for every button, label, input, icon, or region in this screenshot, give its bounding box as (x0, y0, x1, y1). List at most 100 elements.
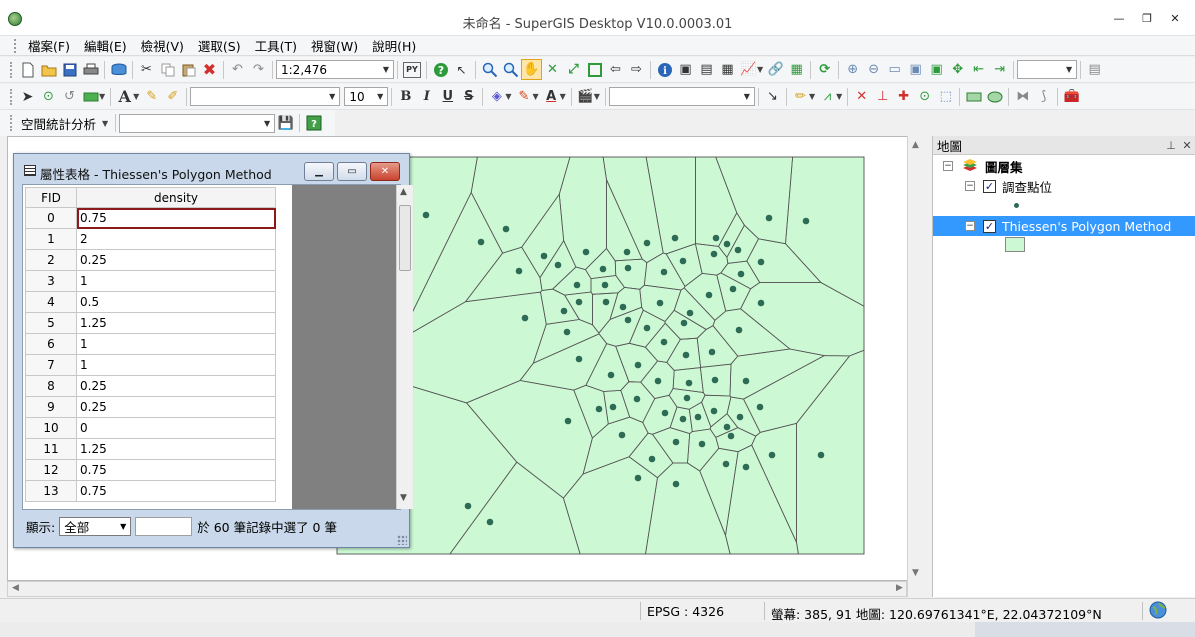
layout-pan-icon[interactable]: ✥ (947, 59, 968, 80)
map-horizontal-scrollbar[interactable]: ◀ ▶ (7, 581, 907, 597)
undo-icon[interactable]: ↶ (227, 59, 248, 80)
vertex-icon[interactable]: ⩘ (817, 86, 838, 107)
tree-layer-survey-points[interactable]: − ✓ 調查點位 (965, 176, 1193, 196)
density-cell[interactable]: 0.5 (76, 291, 276, 313)
layout-zoom-out-icon[interactable]: ⊖ (863, 59, 884, 80)
panel-close-icon[interactable]: ✕ (1179, 139, 1195, 152)
attr-close-button[interactable]: ✕ (370, 162, 400, 181)
toolbar-grip[interactable] (10, 61, 13, 78)
density-cell[interactable]: 0.25 (76, 396, 276, 418)
fid-cell[interactable]: 3 (25, 270, 77, 292)
table-row[interactable]: 12 (25, 228, 276, 250)
font-name-combo[interactable]: ▼ (190, 87, 341, 106)
layout-zoom-in-icon[interactable]: ⊕ (842, 59, 863, 80)
tree-layer-thiessen[interactable]: − ✓ Thiessen's Polygon Method (933, 216, 1195, 236)
zoom-in-icon[interactable] (479, 59, 500, 80)
attribute-table-window[interactable]: 屬性表格 - Thiessen's Polygon Method ▁ ▭ ✕ F… (13, 153, 413, 548)
column-header-density[interactable]: density (76, 187, 276, 208)
database-icon[interactable] (108, 59, 129, 80)
table-row[interactable]: 9 0.25 (25, 396, 276, 418)
text-icon[interactable]: A (114, 86, 135, 107)
line-color-icon[interactable]: ✎ (513, 86, 534, 107)
fid-cell[interactable]: 12 (25, 459, 77, 481)
delete-icon[interactable]: ✖ (199, 59, 220, 80)
forward-extent-icon[interactable]: ⇨ (626, 59, 647, 80)
density-cell[interactable]: 0.25 (76, 249, 276, 271)
density-cell[interactable]: 0.75 (76, 207, 276, 229)
fid-cell[interactable]: 4 (25, 291, 77, 313)
menu-grip[interactable] (14, 38, 17, 53)
table-row[interactable]: 31 (25, 270, 276, 292)
hyperlink-icon[interactable]: ▣ (675, 59, 696, 80)
italic-button[interactable]: I (416, 86, 437, 107)
back-extent-icon[interactable]: ⇦ (605, 59, 626, 80)
collapse-icon[interactable]: − (965, 181, 975, 191)
fid-cell[interactable]: 11 (25, 438, 77, 460)
paste-icon[interactable] (178, 59, 199, 80)
attr-minimize-button[interactable]: ▁ (304, 162, 334, 181)
fid-cell[interactable]: 6 (25, 333, 77, 355)
rotate-icon[interactable]: ↺ (59, 86, 80, 107)
grid-scroll-thumb[interactable] (399, 205, 411, 271)
toolbar-grip[interactable] (10, 115, 13, 131)
density-cell[interactable]: 0.25 (76, 375, 276, 397)
circle-tool-icon[interactable]: ⊙ (914, 86, 935, 107)
sketch-icon[interactable]: ✏ (790, 86, 811, 107)
copy-icon[interactable] (157, 59, 178, 80)
density-cell[interactable]: 2 (76, 228, 276, 250)
density-cell[interactable]: 0.75 (76, 480, 276, 502)
save-icon[interactable] (59, 59, 80, 80)
stats-save-icon[interactable]: 💾 (275, 113, 296, 134)
callout-icon[interactable]: ✐ (162, 86, 183, 107)
layout-page-icon[interactable]: ▭ (884, 59, 905, 80)
redo-icon[interactable]: ↷ (248, 59, 269, 80)
attr-maximize-button[interactable]: ▭ (337, 162, 367, 181)
refresh-icon[interactable]: ⟳ (814, 59, 835, 80)
spatial-stats-layer-combo[interactable]: ▼ (119, 113, 276, 133)
attribute-table-titlebar[interactable]: 屬性表格 - Thiessen's Polygon Method ▁ ▭ ✕ (14, 154, 409, 184)
map-tips-icon[interactable]: ▦ (717, 59, 738, 80)
rect-shape-icon[interactable] (963, 86, 984, 107)
fid-cell[interactable]: 7 (25, 354, 77, 376)
density-cell[interactable]: 1 (76, 270, 276, 292)
layout-extent-icon[interactable]: ▣ (926, 59, 947, 80)
restore-button[interactable]: ❐ (1139, 12, 1155, 26)
font-color-icon[interactable]: A (541, 86, 562, 107)
density-cell[interactable]: 1.25 (76, 312, 276, 334)
toolbox-icon[interactable]: 🧰 (1061, 86, 1082, 107)
table-row[interactable]: 5 1.25 (25, 312, 276, 334)
stats-run-icon[interactable]: ? (303, 113, 324, 134)
map-vertical-scrollbar[interactable]: ▲ ▼ (907, 136, 925, 597)
bold-button[interactable]: B (395, 86, 416, 107)
density-cell[interactable]: 0.75 (76, 459, 276, 481)
menu-window[interactable]: 視窗(W) (304, 36, 365, 55)
select-feature-icon[interactable]: ⊙ (38, 86, 59, 107)
minimize-button[interactable]: — (1111, 12, 1127, 26)
chart-icon[interactable]: 📈 (738, 59, 759, 80)
open-icon[interactable] (38, 59, 59, 80)
layout-fit-icon[interactable]: ▣ (905, 59, 926, 80)
layout-forward-icon[interactable]: ⇥ (989, 59, 1010, 80)
layout-page-setup-icon[interactable]: ▤ (1084, 59, 1105, 80)
table-row[interactable]: 61 (25, 333, 276, 355)
snap-icon[interactable]: ✚ (893, 86, 914, 107)
underline-button[interactable]: U (437, 86, 458, 107)
table-row[interactable]: 11 1.25 (25, 438, 276, 460)
fid-cell[interactable]: 2 (25, 249, 77, 271)
pin-icon[interactable]: ⊥ (1163, 139, 1179, 152)
fid-cell[interactable]: 8 (25, 375, 77, 397)
density-cell[interactable]: 1 (76, 354, 276, 376)
collapse-icon[interactable]: − (965, 221, 975, 231)
reshape-icon[interactable]: ⟆ (1033, 86, 1054, 107)
fill-color-icon[interactable]: ◈ (486, 86, 507, 107)
collapse-icon[interactable]: − (943, 161, 953, 171)
record-filter-input[interactable] (135, 516, 193, 536)
transform-icon[interactable]: ⧓ (1012, 86, 1033, 107)
fid-cell[interactable]: 10 (25, 417, 77, 439)
edit-text-icon[interactable]: ✎ (141, 86, 162, 107)
full-extent-icon[interactable]: ✕ (542, 59, 563, 80)
marker-icon[interactable]: 🎬 (575, 86, 596, 107)
layout-back-icon[interactable]: ⇤ (968, 59, 989, 80)
menu-file[interactable]: 檔案(F) (21, 36, 77, 55)
split-icon[interactable]: ⊥ (872, 86, 893, 107)
